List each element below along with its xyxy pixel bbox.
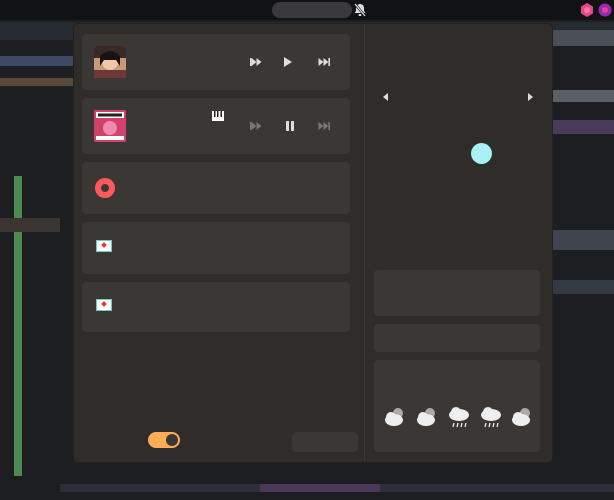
widget-card [374, 270, 540, 316]
next-icon[interactable] [316, 118, 332, 134]
pause-icon[interactable] [282, 118, 298, 134]
toggle-switch[interactable] [148, 432, 180, 448]
broken-image-icon [96, 240, 112, 252]
calendar-widget [374, 74, 542, 264]
cloud-sun-icon [512, 408, 530, 426]
cloud-sun-icon [385, 408, 403, 426]
media-player-card [82, 98, 350, 154]
widget-card [374, 324, 540, 352]
clock-pill[interactable] [272, 2, 352, 18]
previous-icon[interactable] [248, 54, 264, 70]
cloud-rain-icon [481, 407, 501, 428]
album-art[interactable] [94, 46, 126, 78]
toggle-knob [166, 434, 178, 446]
next-icon[interactable] [316, 54, 332, 70]
screen-record-card [82, 162, 350, 214]
prev-month-button[interactable] [382, 86, 392, 101]
record-icon[interactable] [94, 177, 116, 199]
media-player-card [82, 34, 350, 90]
cloud-sun-icon [417, 408, 435, 426]
action-button[interactable] [292, 432, 358, 452]
play-icon[interactable] [280, 54, 296, 70]
app-tray-icon[interactable] [580, 3, 594, 17]
cloud-rain-icon [449, 407, 469, 428]
piano-icon [210, 108, 226, 124]
widget-card [82, 222, 350, 274]
widget-card [82, 282, 350, 332]
app-tray-icon-2[interactable] [598, 3, 612, 17]
top-bar [0, 0, 614, 20]
column-divider [364, 24, 365, 462]
broken-image-icon [96, 299, 112, 311]
cursor-dot [471, 143, 492, 164]
album-art[interactable] [94, 110, 126, 142]
bell-muted-icon[interactable] [352, 2, 368, 18]
next-month-button[interactable] [526, 86, 536, 101]
control-panel [74, 24, 552, 462]
previous-icon[interactable] [248, 118, 264, 134]
